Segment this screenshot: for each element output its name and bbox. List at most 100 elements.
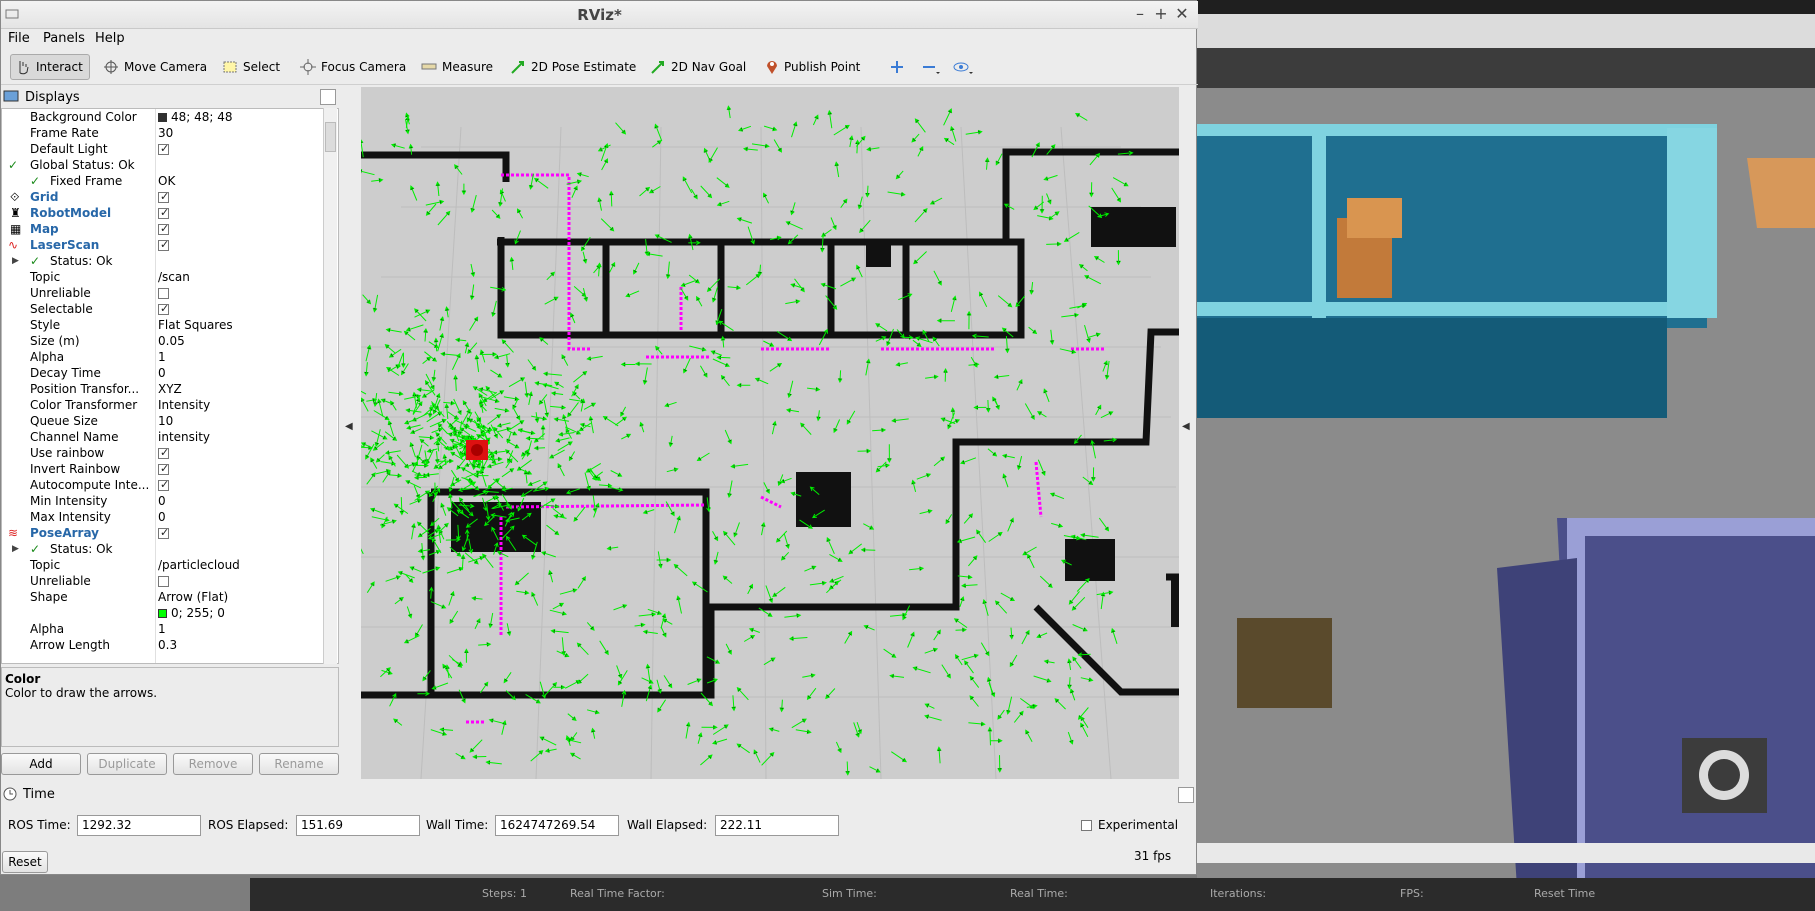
row-pa-arrow-length[interactable]: Arrow Length 0.3 — [2, 637, 324, 653]
remove-tool-button[interactable] — [917, 54, 947, 80]
row-autocompute-intensity[interactable]: Autocompute Inte... — [2, 477, 324, 493]
minimize-button[interactable]: – — [1131, 5, 1149, 23]
expand-arrow-icon[interactable]: ▶ — [12, 253, 19, 269]
property-name: Use rainbow — [30, 446, 105, 460]
row-selectable[interactable]: Selectable — [2, 301, 324, 317]
ok-check-icon: ✓ — [30, 254, 41, 268]
gz-steps: Steps: 1 — [482, 887, 527, 900]
move-camera-tool-button[interactable]: Move Camera — [99, 54, 213, 80]
publish-point-tool-button[interactable]: Publish Point — [761, 54, 866, 80]
row-pa-color[interactable]: Color 0; 255; 0 — [2, 605, 324, 621]
row-posearray[interactable]: ≋ PoseArray — [2, 525, 324, 541]
reset-button[interactable]: Reset — [2, 851, 48, 873]
row-laserscan[interactable]: ∿ LaserScan — [2, 237, 324, 253]
row-robot-model[interactable]: ♜ RobotModel — [2, 205, 324, 221]
2d-pose-estimate-tool-button[interactable]: 2D Pose Estimate — [506, 54, 642, 80]
row-queue-size[interactable]: Queue Size 10 — [2, 413, 324, 429]
focus-camera-tool-button[interactable]: Focus Camera — [296, 54, 412, 80]
row-position-transformer[interactable]: Position Transfor... XYZ — [2, 381, 324, 397]
wall-elapsed-field[interactable]: 222.11 — [715, 815, 839, 836]
title-bar[interactable]: RViz* – + ✕ — [1, 1, 1198, 29]
grid-icon: ⟐ — [10, 190, 20, 204]
experimental-toggle[interactable]: Experimental — [1081, 818, 1178, 832]
gazebo-3d-view[interactable] — [1197, 88, 1815, 888]
row-posearray-status[interactable]: ▶ ✓ Status: Ok — [2, 541, 324, 557]
view-tool-button[interactable] — [949, 54, 981, 80]
gz-sim-time: Sim Time: — [822, 887, 877, 900]
checkbox[interactable] — [158, 189, 169, 205]
row-frame-rate[interactable]: Frame Rate 30 — [2, 125, 324, 141]
experimental-checkbox[interactable] — [1081, 819, 1092, 831]
row-pa-alpha[interactable]: Alpha 1 — [2, 621, 324, 637]
row-alpha[interactable]: Alpha 1 — [2, 349, 324, 365]
checkbox[interactable] — [158, 445, 169, 461]
2d-nav-goal-tool-button[interactable]: 2D Nav Goal — [646, 54, 752, 80]
remove-display-button[interactable]: Remove — [173, 753, 253, 775]
scroll-thumb[interactable] — [325, 122, 336, 152]
row-grid[interactable]: ⟐ Grid — [2, 189, 324, 205]
property-name: Global Status: Ok — [30, 158, 135, 172]
checkbox[interactable] — [158, 301, 169, 317]
checkbox[interactable] — [158, 525, 169, 541]
row-default-light[interactable]: Default Light — [2, 141, 324, 157]
rviz-3d-viewport[interactable] — [361, 87, 1179, 779]
interact-tool-button[interactable]: Interact — [10, 54, 90, 80]
row-background-color[interactable]: Background Color 48; 48; 48 — [2, 109, 324, 125]
row-size[interactable]: Size (m) 0.05 — [2, 333, 324, 349]
add-display-button[interactable]: Add — [1, 753, 81, 775]
gz-reset-time-button[interactable]: Reset Time — [1534, 887, 1595, 900]
row-min-intensity[interactable]: Min Intensity 0 — [2, 493, 324, 509]
duplicate-display-button[interactable]: Duplicate — [87, 753, 167, 775]
menu-panels[interactable]: Panels — [43, 31, 85, 46]
menu-file[interactable]: File — [8, 31, 30, 46]
row-style[interactable]: Style Flat Squares — [2, 317, 324, 333]
row-invert-rainbow[interactable]: Invert Rainbow — [2, 461, 324, 477]
checkbox[interactable] — [158, 461, 169, 477]
ruler-icon — [421, 63, 437, 70]
close-button[interactable]: ✕ — [1173, 5, 1191, 23]
checkbox[interactable] — [158, 221, 169, 237]
checkbox[interactable] — [158, 576, 169, 587]
expand-arrow-icon[interactable]: ▶ — [12, 541, 19, 557]
property-name: Frame Rate — [30, 126, 99, 140]
row-global-status[interactable]: ✓ Global Status: Ok — [2, 157, 324, 173]
checkbox[interactable] — [158, 141, 169, 157]
row-laserscan-status[interactable]: ▶ ✓ Status: Ok — [2, 253, 324, 269]
row-pa-topic[interactable]: Topic/particlecloud — [2, 557, 324, 573]
row-max-intensity[interactable]: Max Intensity 0 — [2, 509, 324, 525]
collapse-left-handle-icon[interactable]: ◀ — [345, 421, 353, 432]
row-pa-unreliable[interactable]: Unreliable — [2, 573, 324, 589]
checkbox[interactable] — [158, 477, 169, 493]
checkbox[interactable] — [158, 288, 169, 299]
menu-help[interactable]: Help — [95, 31, 125, 46]
displays-scrollbar[interactable] — [323, 108, 337, 664]
rename-display-button[interactable]: Rename — [259, 753, 339, 775]
2d-pose-estimate-label: 2D Pose Estimate — [531, 60, 637, 74]
select-tool-button[interactable]: Select — [218, 54, 286, 80]
row-pa-shape[interactable]: Shape Arrow (Flat) — [2, 589, 324, 605]
ros-elapsed-field[interactable]: 151.69 — [296, 815, 420, 836]
maximize-button[interactable]: + — [1152, 5, 1170, 23]
property-value: /particlecloud — [158, 558, 240, 572]
collapse-right-handle-icon[interactable]: ◀ — [1182, 421, 1190, 432]
property-value — [158, 285, 169, 301]
row-color-transformer[interactable]: Color Transformer Intensity — [2, 397, 324, 413]
checkbox[interactable] — [158, 205, 169, 221]
wall-time-field[interactable]: 1624747269.54 — [495, 815, 619, 836]
displays-tree[interactable]: Background Color 48; 48; 48 Frame Rate 30 … — [1, 108, 339, 664]
property-value: 0 — [158, 366, 166, 380]
property-name: Decay Time — [30, 366, 101, 380]
row-use-rainbow[interactable]: Use rainbow — [2, 445, 324, 461]
displays-float-button[interactable] — [320, 89, 336, 105]
row-topic[interactable]: Topic/scan — [2, 269, 324, 285]
row-map[interactable]: ▦ Map — [2, 221, 324, 237]
checkbox[interactable] — [158, 237, 169, 253]
row-unreliable[interactable]: Unreliable — [2, 285, 324, 301]
time-float-button[interactable] — [1178, 787, 1194, 803]
add-tool-button[interactable] — [885, 54, 911, 80]
ros-time-field[interactable]: 1292.32 — [77, 815, 201, 836]
measure-tool-button[interactable]: Measure — [417, 54, 499, 80]
row-decay-time[interactable]: Decay Time 0 — [2, 365, 324, 381]
row-fixed-frame[interactable]: ✓ Fixed Frame OK — [2, 173, 324, 189]
row-channel-name[interactable]: Channel Name intensity — [2, 429, 324, 445]
